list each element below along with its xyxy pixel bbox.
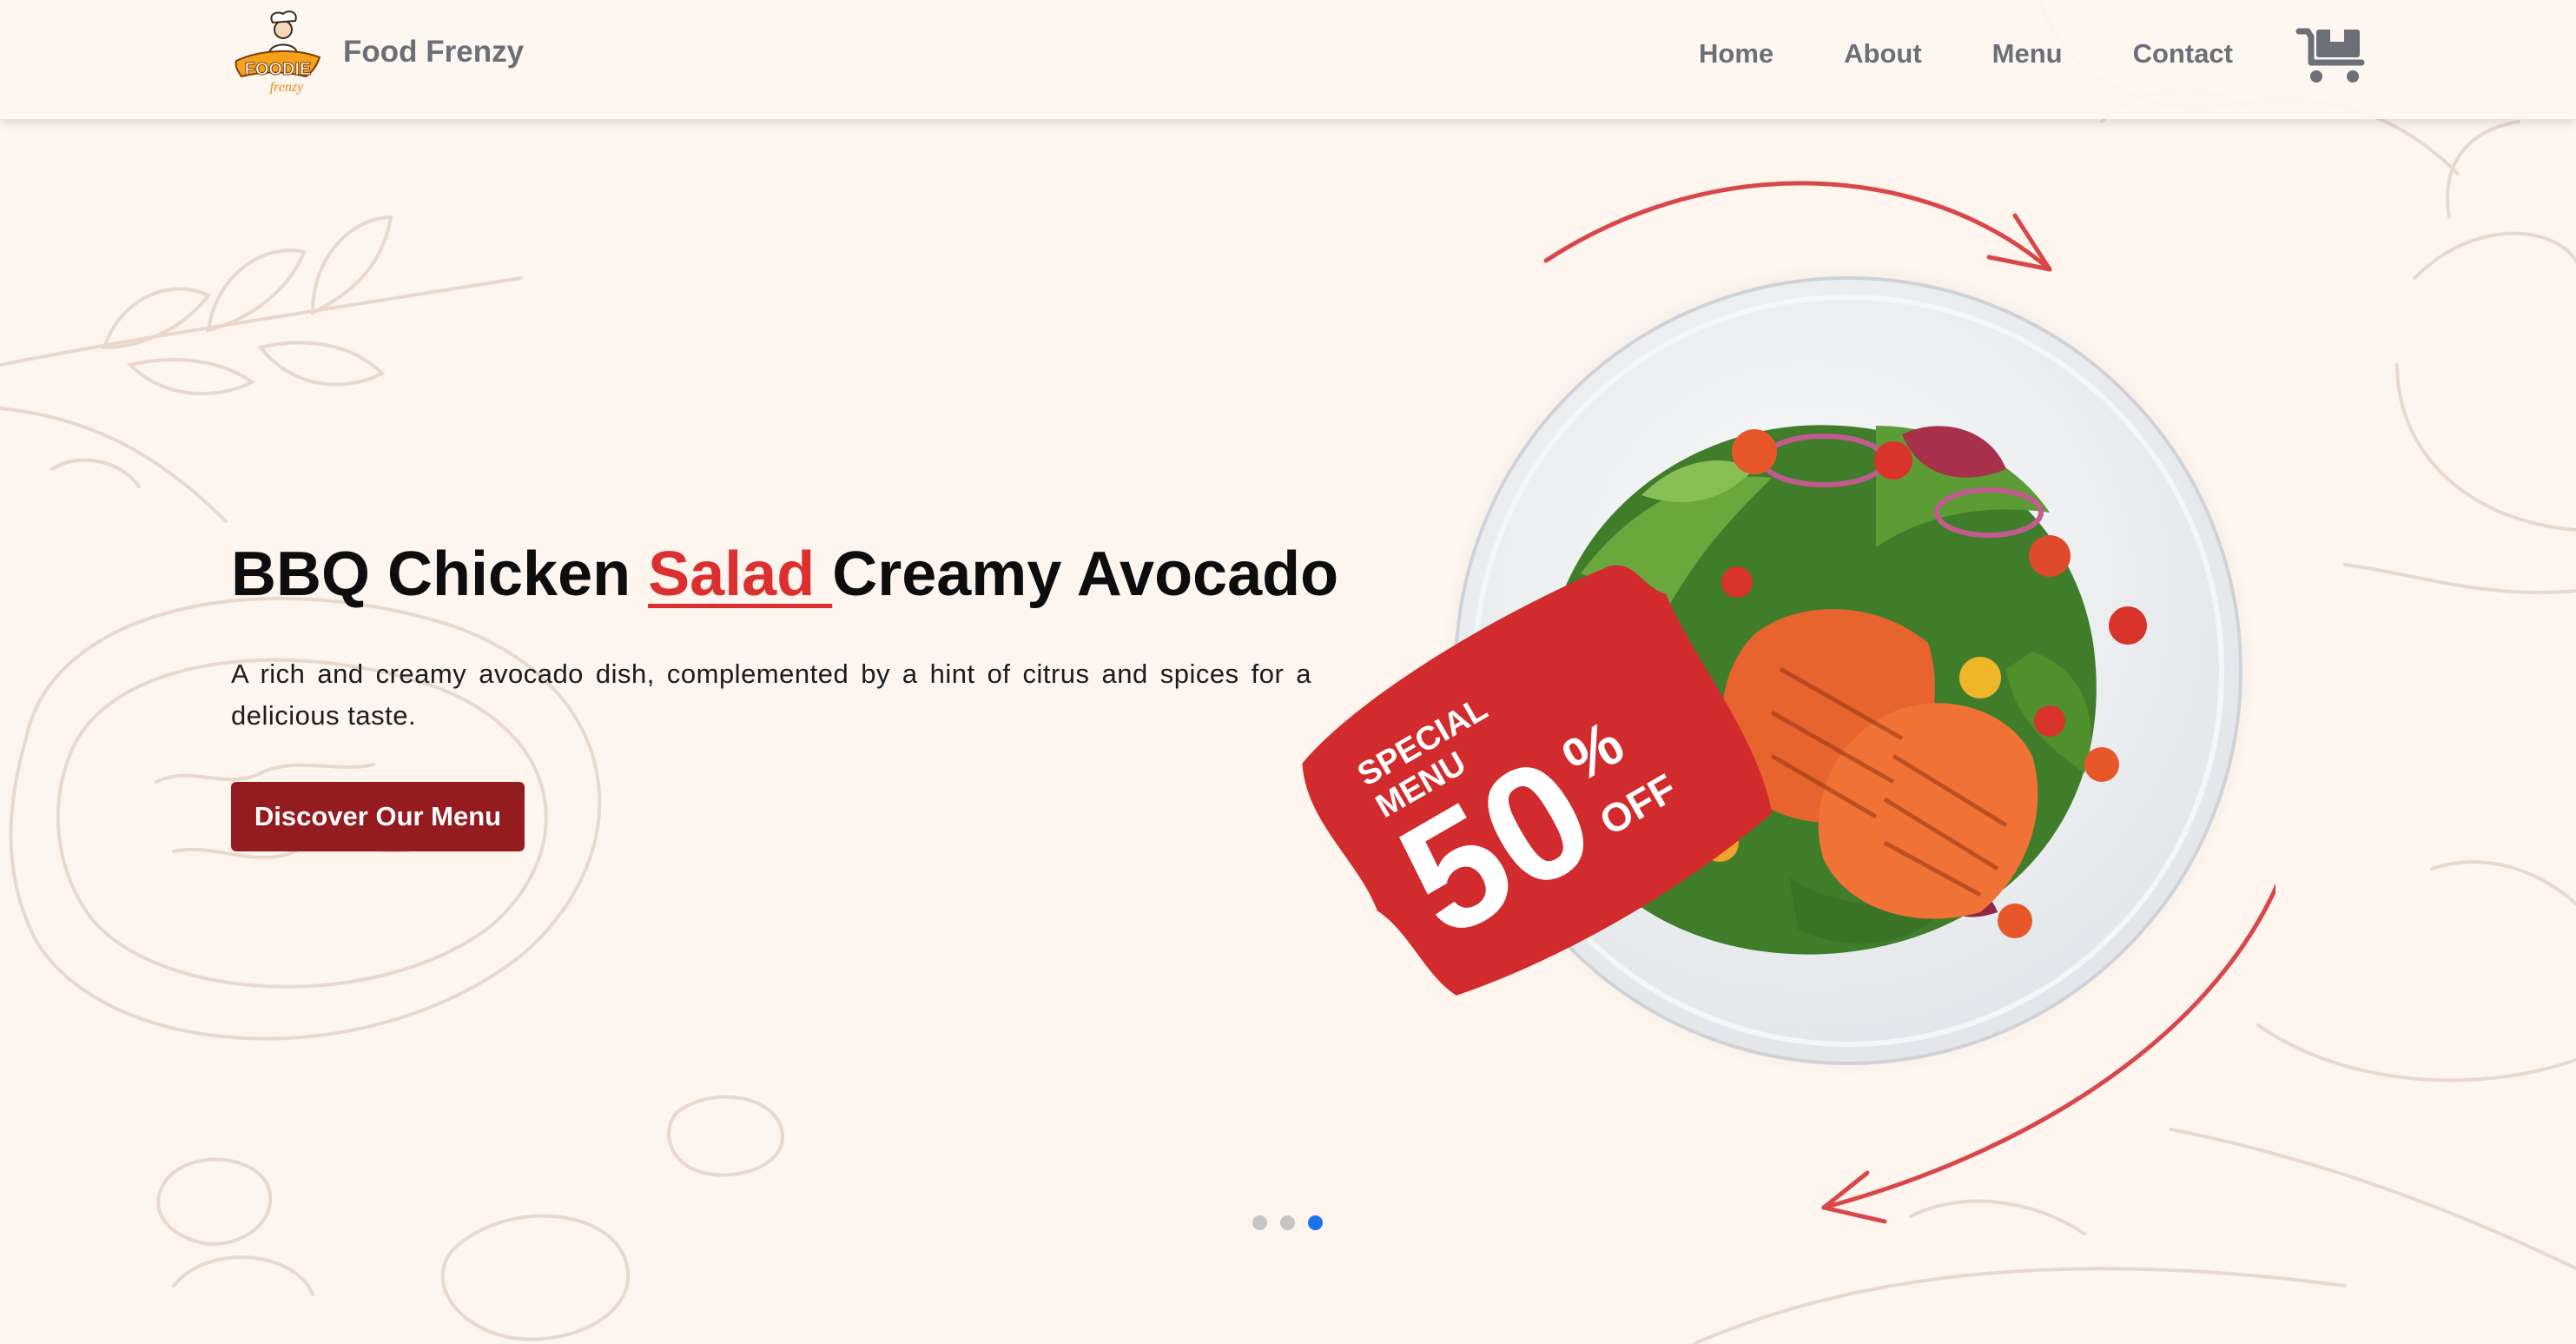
cart-icon[interactable] (2295, 24, 2367, 87)
nav-home[interactable]: Home (1699, 38, 1773, 70)
hero-description: A rich and creamy avocado dish, compleme… (231, 659, 1311, 731)
salad-plate-illustration: SPECIAL MENU 50 % OFF (1302, 181, 2275, 1224)
svg-text:FOODIE: FOODIE (245, 60, 312, 79)
title-accent: Salad (648, 540, 833, 609)
svg-text:frenzy: frenzy (270, 80, 304, 95)
nav-contact[interactable]: Contact (2133, 38, 2233, 70)
nav-about[interactable]: About (1844, 38, 1922, 70)
nav-menu[interactable]: Menu (1992, 38, 2063, 70)
foodie-logo[interactable]: FOODIE frenzy (229, 10, 325, 97)
slider-dots (1252, 1215, 1323, 1230)
top-arrow (1543, 181, 2052, 272)
brand-name[interactable]: Food Frenzy (343, 35, 524, 70)
main-nav: Home About Menu Contact (1699, 38, 2233, 70)
discover-menu-button[interactable]: Discover Our Menu (231, 782, 525, 851)
hero-title: BBQ Chicken Salad Creamy Avocado (231, 539, 1338, 610)
site-header: FOODIE frenzy Food Frenzy Home About Men… (0, 0, 2576, 119)
slider-dot-1[interactable] (1252, 1215, 1267, 1230)
title-part-1: BBQ Chicken (231, 540, 649, 609)
slider-dot-2[interactable] (1280, 1215, 1295, 1230)
slider-dot-3[interactable] (1308, 1215, 1323, 1230)
title-part-2: Creamy Avocado (832, 540, 1339, 609)
